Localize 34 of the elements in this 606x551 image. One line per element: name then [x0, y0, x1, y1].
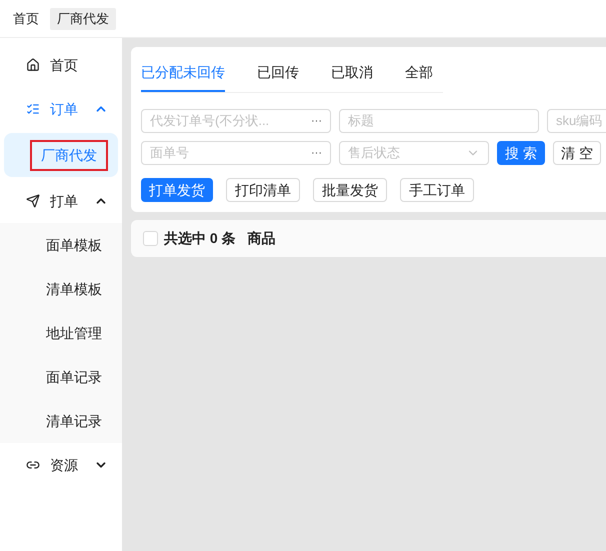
input-field[interactable]: 标题: [339, 109, 539, 133]
select-all-checkbox[interactable]: [143, 231, 158, 246]
submenu-item[interactable]: 清单记录: [0, 399, 122, 443]
action-button[interactable]: 手工订单: [400, 178, 474, 202]
input-field[interactable]: 代发订单号(不分状... ···: [141, 109, 331, 133]
menu-item[interactable]: 资源: [0, 443, 122, 487]
status-tab[interactable]: 全部: [405, 55, 433, 92]
submenu-item[interactable]: 厂商代发: [4, 133, 118, 177]
action-button[interactable]: 批量发货: [313, 178, 387, 202]
search-button[interactable]: 搜 索: [497, 141, 545, 165]
menu-icon: [26, 58, 40, 72]
action-button[interactable]: 打印清单: [226, 178, 300, 202]
menu-icon: [26, 102, 40, 116]
input-field[interactable]: sku编码: [547, 109, 606, 133]
submenu-item[interactable]: 面单记录: [0, 355, 122, 399]
selection-summary: 共选中 0 条: [164, 229, 236, 248]
menu-icon: [26, 194, 40, 208]
page-tab[interactable]: 厂商代发: [50, 8, 116, 30]
page-tab[interactable]: 首页: [6, 8, 46, 30]
more-button[interactable]: ···: [311, 112, 322, 130]
column-header: 商品: [248, 229, 276, 248]
submenu-item[interactable]: 面单模板: [0, 223, 122, 267]
submenu-item[interactable]: 清单模板: [0, 267, 122, 311]
status-tab[interactable]: 已回传: [257, 55, 299, 92]
input-field[interactable]: 面单号 ···: [141, 141, 331, 165]
submenu-item[interactable]: 地址管理: [0, 311, 122, 355]
clear-button[interactable]: 清 空: [553, 141, 601, 165]
status-tab[interactable]: 已分配未回传: [141, 55, 225, 92]
status-tab[interactable]: 已取消: [331, 55, 373, 92]
action-button[interactable]: 打单发货: [141, 178, 213, 202]
menu-item[interactable]: 订单: [0, 87, 122, 131]
more-button[interactable]: ···: [311, 144, 322, 162]
menu-item[interactable]: 打单: [0, 179, 122, 223]
menu-item[interactable]: 首页: [0, 43, 122, 87]
